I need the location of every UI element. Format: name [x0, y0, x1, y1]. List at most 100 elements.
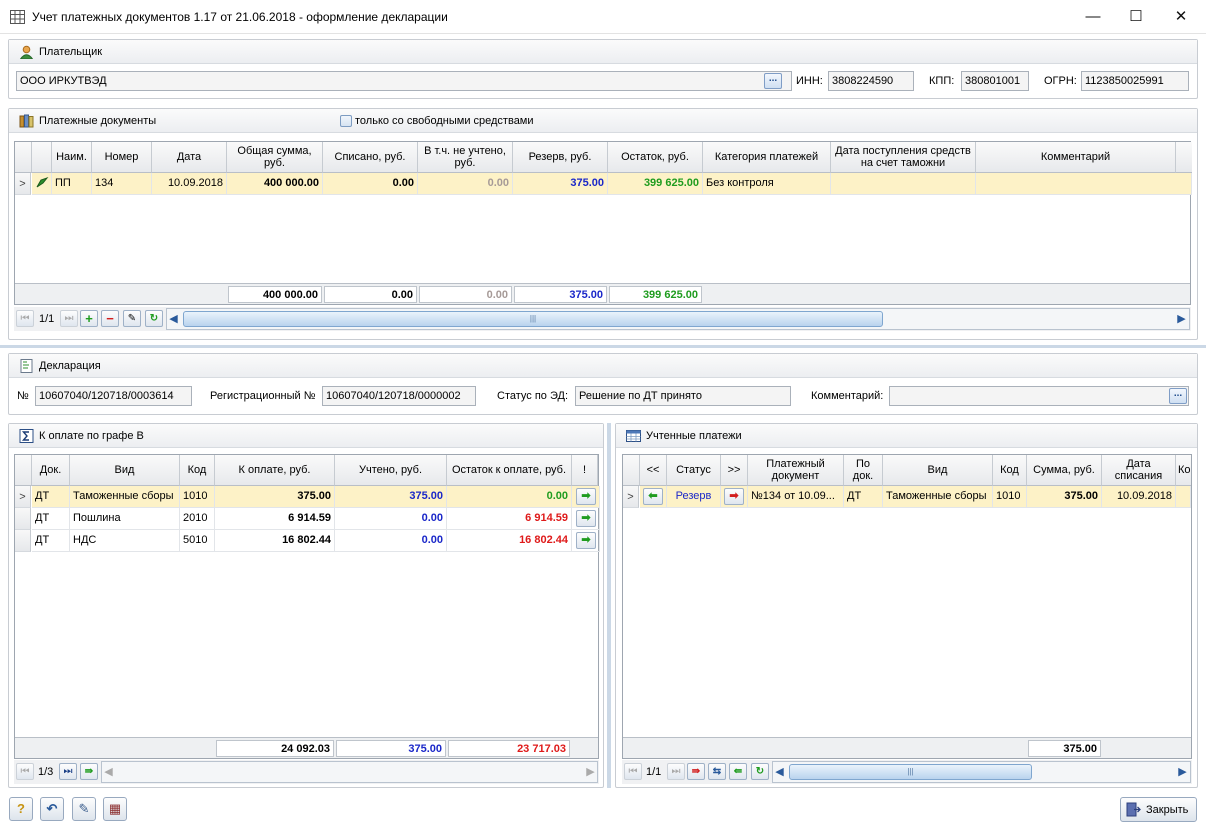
payments-h-scrollbar[interactable]: ◀ ||| ▶: [166, 308, 1190, 330]
total-rest: 23 717.03: [448, 740, 570, 757]
col-not-counted[interactable]: В т.ч. не учтено, руб.: [418, 142, 513, 173]
decl-comment-field[interactable]: [889, 386, 1189, 406]
scroll-right-icon[interactable]: ▶: [1176, 762, 1189, 782]
col-write-off-date[interactable]: Дата списания: [1102, 455, 1176, 486]
col-to-pay[interactable]: К оплате, руб.: [215, 455, 335, 486]
arrow-right-icon[interactable]: ➡: [576, 488, 596, 505]
col-counted[interactable]: Учтено, руб.: [335, 455, 447, 486]
col-by-doc[interactable]: По док.: [844, 455, 883, 486]
cell-to-pay: 375.00: [215, 486, 335, 508]
brush-icon[interactable]: ✎: [72, 797, 96, 821]
table-row[interactable]: > ПП 134 10.09.2018 400 000.00 0.00 0.00…: [15, 173, 1192, 195]
status-label: Статус по ЭД:: [497, 390, 569, 402]
cell-write-off-date: 10.09.2018: [1102, 486, 1176, 508]
col-written-off[interactable]: Списано, руб.: [323, 142, 418, 173]
scroll-thumb[interactable]: |||: [183, 311, 883, 327]
last-page-button[interactable]: ⏭: [667, 763, 685, 780]
first-page-button[interactable]: ⏮: [624, 763, 642, 780]
pen-flag-icon: [36, 176, 49, 188]
reg-number-field[interactable]: 10607040/120718/0000002: [322, 386, 476, 406]
decl-number-field[interactable]: 10607040/120718/0003614: [35, 386, 192, 406]
col-rest[interactable]: Остаток к оплате, руб.: [447, 455, 572, 486]
col-move-left[interactable]: <<: [640, 455, 667, 486]
move-all-right-icon[interactable]: ⇛: [80, 763, 98, 780]
declaration-panel-header: Декларация: [9, 354, 1197, 378]
last-page-button[interactable]: ⏭: [60, 310, 78, 327]
first-page-button[interactable]: ⏮: [16, 763, 34, 780]
table-row[interactable]: > ⬅ Резерв ➡ №134 от 10.09... ДТ Таможен…: [623, 486, 1191, 508]
col-status[interactable]: Статус: [667, 455, 721, 486]
scroll-left-icon[interactable]: ◀: [773, 762, 786, 782]
col-number[interactable]: Номер: [92, 142, 152, 173]
cell-doc: ДТ: [32, 508, 70, 530]
add-icon[interactable]: +: [80, 310, 98, 327]
col-doc[interactable]: Док.: [32, 455, 70, 486]
col-sum[interactable]: Сумма, руб.: [1027, 455, 1102, 486]
help-icon[interactable]: ?: [9, 797, 33, 821]
cell-kind: Таможенные сборы: [70, 486, 180, 508]
payer-name-field[interactable]: ООО ИРКУТВЭД: [16, 71, 792, 91]
move-all-left-icon[interactable]: ⇚: [729, 763, 747, 780]
col-category[interactable]: Категория платежей: [703, 142, 831, 173]
refresh-icon[interactable]: ↻: [145, 310, 163, 327]
col-action[interactable]: !: [572, 455, 598, 486]
table-row[interactable]: ДТ НДС 5010 16 802.44 0.00 16 802.44 ➡: [15, 530, 600, 552]
scroll-left-icon[interactable]: ◀: [167, 309, 180, 329]
col-total[interactable]: Общая сумма, руб.: [227, 142, 323, 173]
first-page-button[interactable]: ⏮: [16, 310, 34, 327]
remove-icon[interactable]: −: [101, 310, 119, 327]
free-funds-checkbox[interactable]: [340, 115, 352, 127]
report-icon[interactable]: ▦: [103, 797, 127, 821]
counted-h-scrollbar[interactable]: ◀ ||| ▶: [772, 761, 1191, 783]
total-balance: 399 625.00: [609, 286, 702, 303]
payer-browse-button[interactable]: ...: [764, 73, 782, 89]
refresh-icon[interactable]: ↻: [751, 763, 769, 780]
table-row[interactable]: > ДТ Таможенные сборы 1010 375.00 375.00…: [15, 486, 600, 508]
col-kind[interactable]: Вид: [70, 455, 180, 486]
status-field[interactable]: Решение по ДТ принято: [575, 386, 791, 406]
total-reserve: 375.00: [514, 286, 607, 303]
arrow-right-red-icon[interactable]: ➡: [724, 488, 744, 505]
col-code[interactable]: Код: [993, 455, 1027, 486]
col-move-right[interactable]: >>: [721, 455, 748, 486]
inn-field[interactable]: 3808224590: [828, 71, 914, 91]
last-page-button[interactable]: ⏭: [59, 763, 77, 780]
table-row[interactable]: ДТ Пошлина 2010 6 914.59 0.00 6 914.59 ➡: [15, 508, 600, 530]
col-reserve[interactable]: Резерв, руб.: [513, 142, 608, 173]
col-comment[interactable]: Комментарий: [976, 142, 1176, 173]
swap-icon[interactable]: ⇆: [708, 763, 726, 780]
vertical-splitter[interactable]: [607, 423, 611, 788]
col-balance[interactable]: Остаток, руб.: [608, 142, 703, 173]
scroll-thumb[interactable]: |||: [789, 764, 1032, 780]
col-code[interactable]: Код: [180, 455, 215, 486]
decl-comment-browse-button[interactable]: ...: [1169, 388, 1187, 404]
close-window-button[interactable]: ✕: [1170, 8, 1192, 26]
col-payment-doc[interactable]: Платежный документ: [748, 455, 844, 486]
to-pay-h-scrollbar[interactable]: ◀ ▶: [101, 761, 598, 783]
close-button[interactable]: Закрыть: [1120, 797, 1197, 822]
col-received[interactable]: Дата поступления средств на счет таможни: [831, 142, 976, 173]
page-indicator: 1/3: [38, 766, 54, 778]
arrow-right-icon[interactable]: ➡: [576, 532, 596, 549]
col-cut[interactable]: Ко: [1176, 455, 1191, 486]
cell-by-doc: ДТ: [844, 486, 883, 508]
horizontal-splitter[interactable]: [0, 345, 1206, 348]
grid-corner: [15, 455, 32, 486]
arrow-left-icon[interactable]: ⬅: [643, 488, 663, 505]
scroll-right-icon[interactable]: ▶: [584, 762, 597, 782]
ogrn-field[interactable]: 1123850025991: [1081, 71, 1189, 91]
kpp-field[interactable]: 380801001: [961, 71, 1029, 91]
minimize-button[interactable]: —: [1082, 8, 1104, 26]
move-all-red-icon[interactable]: ⇛: [687, 763, 705, 780]
cell-name: ПП: [52, 173, 92, 195]
scroll-right-icon[interactable]: ▶: [1175, 309, 1188, 329]
cell-code: 1010: [180, 486, 215, 508]
maximize-button[interactable]: ☐: [1125, 8, 1147, 26]
col-name[interactable]: Наим.: [52, 142, 92, 173]
col-kind[interactable]: Вид: [883, 455, 993, 486]
col-date[interactable]: Дата: [152, 142, 227, 173]
edit-icon[interactable]: ✎: [123, 310, 141, 327]
undo-icon[interactable]: ↶: [40, 797, 64, 821]
scroll-left-icon[interactable]: ◀: [102, 762, 115, 782]
arrow-right-icon[interactable]: ➡: [576, 510, 596, 527]
